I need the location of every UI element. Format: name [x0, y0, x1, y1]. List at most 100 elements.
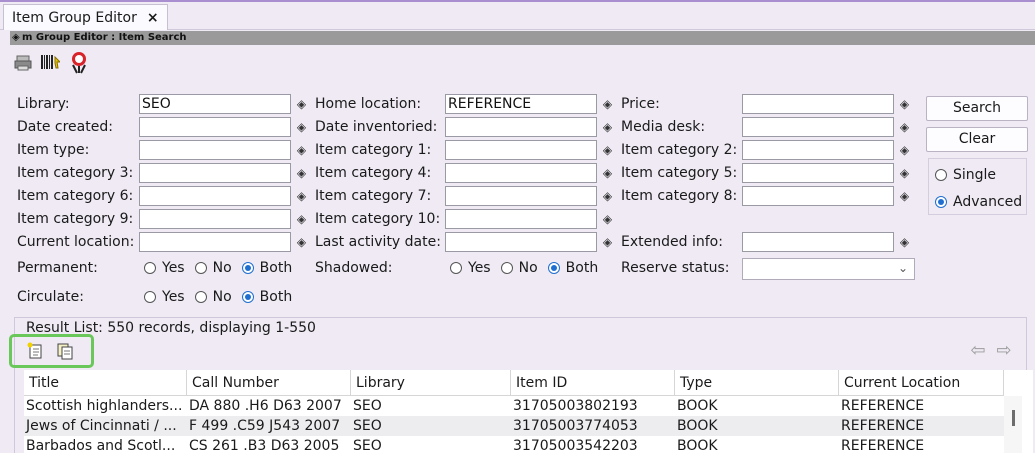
- cell-call-number: CS 261 .B3 D63 2005: [189, 438, 340, 453]
- home-location-input[interactable]: [445, 94, 597, 114]
- item-category-6-input[interactable]: [139, 186, 291, 206]
- item-category-5-gadget-icon[interactable]: ◈: [896, 164, 913, 181]
- mode-single-label[interactable]: Single: [953, 167, 996, 183]
- column-header-type[interactable]: Type: [675, 370, 839, 396]
- item-type-input[interactable]: [139, 140, 291, 160]
- menu-diamond-icon[interactable]: ◈: [12, 31, 20, 45]
- table-row[interactable]: Scottish highlanders... DA 880 .H6 D63 2…: [24, 396, 1004, 416]
- item-category-10-input[interactable]: [445, 209, 597, 229]
- arrow-right-icon[interactable]: ⇨: [994, 342, 1014, 360]
- date-inventoried-input[interactable]: [445, 117, 597, 137]
- item-category-2-input[interactable]: [742, 140, 894, 160]
- column-header-current-location[interactable]: Current Location: [839, 370, 1004, 396]
- results-scrollbar-thumb[interactable]: [1012, 410, 1015, 426]
- shadowed-no-label[interactable]: No: [519, 260, 538, 276]
- results-table: Title Call Number Library Item ID Type C…: [24, 370, 1033, 453]
- copy-item-icon[interactable]: [54, 340, 76, 362]
- item-category-2-gadget-icon[interactable]: ◈: [896, 141, 913, 158]
- media-desk-gadget-icon[interactable]: ◈: [896, 118, 913, 135]
- date-created-input[interactable]: [139, 117, 291, 137]
- circulate-yes-label[interactable]: Yes: [162, 289, 185, 305]
- current-location-input[interactable]: [139, 232, 291, 252]
- item-category-1-input[interactable]: [445, 140, 597, 160]
- date-inventoried-gadget-icon[interactable]: ◈: [599, 118, 616, 135]
- item-category-9-gadget-icon[interactable]: ◈: [293, 210, 310, 227]
- barcode-icon[interactable]: [40, 52, 60, 72]
- item-type-gadget-icon[interactable]: ◈: [293, 141, 310, 158]
- tab-close-icon[interactable]: ×: [147, 10, 159, 26]
- column-header-call-number[interactable]: Call Number: [187, 370, 351, 396]
- item-category-6-label: Item category 6:: [17, 188, 134, 204]
- media-desk-input[interactable]: [742, 117, 894, 137]
- item-category-4-gadget-icon[interactable]: ◈: [599, 164, 616, 181]
- column-header-title[interactable]: Title: [24, 370, 187, 396]
- clear-button[interactable]: Clear: [926, 127, 1028, 152]
- item-category-7-gadget-icon[interactable]: ◈: [599, 187, 616, 204]
- home-location-gadget-icon[interactable]: ◈: [599, 95, 616, 112]
- item-category-3-gadget-icon[interactable]: ◈: [293, 164, 310, 181]
- tab-title: Item Group Editor: [12, 9, 137, 26]
- mode-advanced-option[interactable]: Advanced: [935, 194, 1022, 210]
- library-gadget-icon[interactable]: ◈: [293, 95, 310, 112]
- reserve-status-select[interactable]: ⌄: [742, 258, 915, 280]
- circulate-no-label[interactable]: No: [213, 289, 232, 305]
- new-item-icon[interactable]: [25, 340, 47, 362]
- shadowed-both-radio[interactable]: [547, 262, 560, 274]
- last-activity-date-input[interactable]: [445, 232, 597, 252]
- price-input[interactable]: [742, 94, 894, 114]
- tab-item-group-editor[interactable]: Item Group Editor ×: [3, 4, 168, 30]
- item-category-8-input[interactable]: [742, 186, 894, 206]
- column-header-item-id[interactable]: Item ID: [511, 370, 675, 396]
- search-button[interactable]: Search: [926, 96, 1028, 121]
- table-row[interactable]: Barbados and Scotl... CS 261 .B3 D63 200…: [24, 436, 1004, 453]
- permanent-both-radio[interactable]: [241, 262, 254, 274]
- mode-advanced-label[interactable]: Advanced: [953, 194, 1022, 210]
- circulate-no-radio[interactable]: [194, 291, 207, 303]
- cell-call-number: DA 880 .H6 D63 2007: [189, 398, 342, 414]
- permanent-both-label[interactable]: Both: [260, 260, 293, 276]
- table-row[interactable]: Jews of Cincinnati / ... F 499 .C59 J543…: [24, 416, 1004, 436]
- extended-info-input[interactable]: [742, 232, 894, 252]
- date-inventoried-label: Date inventoried:: [315, 119, 438, 135]
- item-category-3-input[interactable]: [139, 163, 291, 183]
- column-header-library[interactable]: Library: [351, 370, 511, 396]
- item-category-4-input[interactable]: [445, 163, 597, 183]
- reserve-status-label: Reserve status:: [621, 260, 730, 276]
- item-category-10-gadget-icon[interactable]: ◈: [599, 210, 616, 227]
- permanent-yes-radio[interactable]: [144, 262, 156, 274]
- item-category-4-label: Item category 4:: [315, 165, 432, 181]
- mode-advanced-radio[interactable]: [935, 196, 947, 208]
- extended-info-gadget-icon[interactable]: ◈: [896, 233, 913, 250]
- mode-single-option[interactable]: Single: [935, 167, 996, 183]
- circulate-both-label[interactable]: Both: [260, 289, 293, 305]
- item-category-5-input[interactable]: [742, 163, 894, 183]
- current-location-gadget-icon[interactable]: ◈: [293, 233, 310, 250]
- helpdesk-icon[interactable]: [67, 50, 91, 74]
- permanent-yes-label[interactable]: Yes: [162, 260, 185, 276]
- circulate-both-radio[interactable]: [241, 291, 254, 303]
- item-category-9-input[interactable]: [139, 209, 291, 229]
- item-category-8-gadget-icon[interactable]: ◈: [896, 187, 913, 204]
- permanent-no-radio[interactable]: [194, 262, 207, 274]
- permanent-radio-group: Yes No Both: [144, 258, 292, 278]
- result-toolbar-highlight: [9, 334, 94, 368]
- price-gadget-icon[interactable]: ◈: [896, 95, 913, 112]
- cell-item-id: 31705003802193: [513, 398, 638, 414]
- shadowed-both-label[interactable]: Both: [566, 260, 599, 276]
- date-created-gadget-icon[interactable]: ◈: [293, 118, 310, 135]
- library-input[interactable]: [139, 94, 291, 114]
- shadowed-yes-label[interactable]: Yes: [468, 260, 491, 276]
- circulate-yes-radio[interactable]: [144, 291, 156, 303]
- print-icon[interactable]: [13, 53, 33, 73]
- last-activity-date-gadget-icon[interactable]: ◈: [599, 233, 616, 250]
- item-category-6-gadget-icon[interactable]: ◈: [293, 187, 310, 204]
- shadowed-yes-radio[interactable]: [450, 262, 462, 274]
- item-category-7-input[interactable]: [445, 186, 597, 206]
- permanent-no-label[interactable]: No: [213, 260, 232, 276]
- item-category-1-gadget-icon[interactable]: ◈: [599, 141, 616, 158]
- cell-item-id: 31705003542203: [513, 438, 638, 453]
- mode-single-radio[interactable]: [935, 169, 947, 181]
- shadowed-no-radio[interactable]: [500, 262, 513, 274]
- arrow-left-icon[interactable]: ⇦: [968, 342, 988, 360]
- home-location-label: Home location:: [315, 96, 422, 112]
